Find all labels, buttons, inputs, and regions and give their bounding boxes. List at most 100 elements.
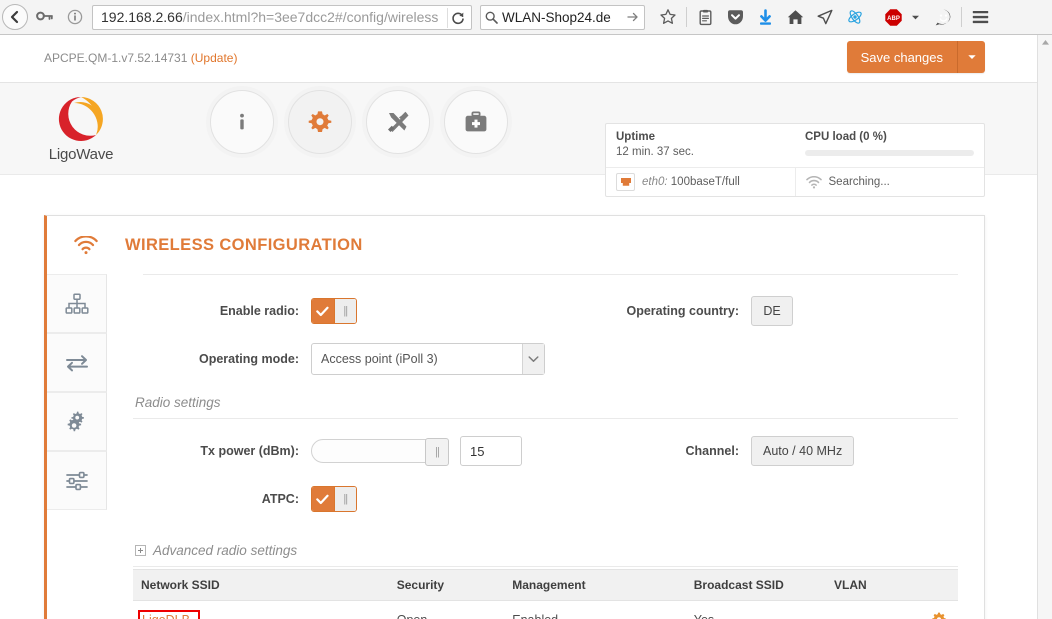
send-tab-icon[interactable] [810,2,840,32]
home-icon[interactable] [780,2,810,32]
cell-broadcast-ssid: Yes [685,600,826,619]
transfer-arrows-icon [65,354,88,371]
save-changes-group: Save changes [846,41,985,73]
firmware-version: APCPE.QM-1.v7.52.14731 (Update) [44,51,237,65]
identity-info-icon[interactable] [60,2,90,32]
radio-settings-divider [133,418,958,419]
cpu-load-cell: CPU load (0 %) [795,124,984,167]
search-input-value[interactable]: WLAN-Shop24.de [502,10,611,25]
scroll-up-arrow-icon[interactable] [1038,35,1052,50]
channel-button[interactable]: Auto / 40 MHz [751,436,855,466]
tx-power-label: Tx power (dBm): [200,444,299,458]
sitemap-icon [64,292,89,314]
sync-atom-icon[interactable] [840,2,870,32]
pocket-icon[interactable] [720,2,750,32]
tx-power-input[interactable] [460,436,522,466]
gears-icon [67,411,84,431]
reader-list-icon[interactable] [690,2,720,32]
operating-mode-select[interactable]: Access point (iPoll 3) [311,343,545,375]
wireless-status: Searching... [794,168,985,196]
toggle-on-segment[interactable] [312,487,334,511]
enable-radio-toggle[interactable]: || [311,298,357,324]
smiley-feedback-icon[interactable] [928,2,958,32]
content-divider-top [143,274,958,275]
save-changes-dropdown-button[interactable] [957,41,985,73]
col-network-ssid: Network SSID [133,569,389,601]
firmware-update-link[interactable]: (Update) [191,51,238,65]
back-button[interactable] [0,2,30,32]
status-top-row: Uptime 12 min. 37 sec. CPU load (0 %) [606,124,984,168]
sidebar-item-services[interactable] [47,392,107,451]
adblock-plus-icon[interactable]: ABP [878,2,908,32]
sliders-icon [65,471,88,490]
nav-configuration-button[interactable] [288,90,352,154]
status-bottom-row: eth0: 100baseT/full Searching... [606,168,984,196]
address-bar[interactable]: 192.168.2.66/index.html?h=3ee7dcc2#/conf… [92,4,472,30]
wifi-icon [74,235,98,254]
search-bar[interactable]: WLAN-Shop24.de [480,4,645,30]
adblock-caret-icon[interactable] [908,2,922,32]
back-arrow-icon[interactable] [2,4,28,30]
reload-button[interactable] [447,7,468,28]
browser-toolbar: 192.168.2.66/index.html?h=3ee7dcc2#/conf… [0,0,1052,35]
bookmark-star-icon[interactable] [653,2,683,32]
wireless-configuration-panel: WIRELESS CONFIGURATION Enable radio: || … [44,215,985,619]
toggle-off-segment[interactable]: || [333,487,356,511]
table-row: LigoDLB Open Enabled Yes -- [133,600,958,619]
chevron-down-icon[interactable] [522,344,544,374]
col-broadcast-ssid: Broadcast SSID [685,569,826,601]
gear-icon[interactable] [932,612,946,619]
page-scrollbar[interactable] [1037,35,1052,619]
atpc-toggle[interactable]: || [311,486,357,512]
advanced-divider [133,566,958,567]
ethernet-status: eth0: 100baseT/full [606,168,795,196]
wireless-status-text: Searching... [828,176,890,188]
col-management: Management [504,569,686,601]
logo-text: LigoWave [48,146,114,163]
save-changes-button[interactable]: Save changes [846,41,957,73]
expand-plus-icon[interactable] [135,545,146,556]
advanced-radio-settings-toggle[interactable]: Advanced radio settings [133,531,958,566]
search-go-icon[interactable] [627,10,639,28]
ethernet-status-text: eth0: 100baseT/full [642,176,740,188]
toggle-on-segment[interactable] [312,299,334,323]
operating-country-button[interactable]: DE [751,296,793,326]
col-security: Security [388,569,505,601]
row-operating-mode: Operating mode: Access point (iPoll 3) [133,335,958,383]
toggle-off-segment[interactable]: || [333,299,356,323]
wifi-icon [805,175,822,188]
nav-support-button[interactable] [444,90,508,154]
channel-label: Channel: [685,444,739,458]
gear-icon [308,111,332,132]
firmware-version-text: APCPE.QM-1.v7.52.14731 [44,51,188,65]
svg-text:ABP: ABP [887,16,900,22]
panel-sidebar [47,274,107,510]
ssid-link[interactable]: LigoDLB [142,613,190,619]
sidebar-item-system[interactable] [47,451,107,510]
advanced-radio-settings-label: Advanced radio settings [153,543,298,558]
downloads-icon[interactable] [750,2,780,32]
uptime-label: Uptime [616,131,655,143]
panel-header: WIRELESS CONFIGURATION [47,216,984,274]
sidebar-item-wireless[interactable] [47,333,107,392]
tx-power-slider[interactable]: || [311,438,449,466]
sidebar-item-network[interactable] [47,274,107,333]
tx-power-slider-handle[interactable]: || [425,438,449,466]
nav-tools-button[interactable] [366,90,430,154]
ssid-highlight-box: LigoDLB [138,610,200,619]
main-nav [210,90,508,154]
col-vlan: VLAN [826,569,917,601]
search-icon [485,11,498,24]
ssid-table: Network SSID Security Management Broadca… [133,569,958,619]
uptime-cell: Uptime 12 min. 37 sec. [606,124,795,167]
operating-mode-label: Operating mode: [198,352,299,366]
cell-actions [916,600,958,619]
chevron-down-icon [967,55,976,59]
device-status-panel: Uptime 12 min. 37 sec. CPU load (0 %) et… [605,123,985,197]
toolbar-divider [686,7,687,27]
nav-status-button[interactable] [210,90,274,154]
cpu-load-label: CPU load (0 %) [805,131,887,143]
key-icon [30,2,60,32]
enable-radio-label: Enable radio: [219,304,299,318]
menu-hamburger-icon[interactable] [965,2,995,32]
